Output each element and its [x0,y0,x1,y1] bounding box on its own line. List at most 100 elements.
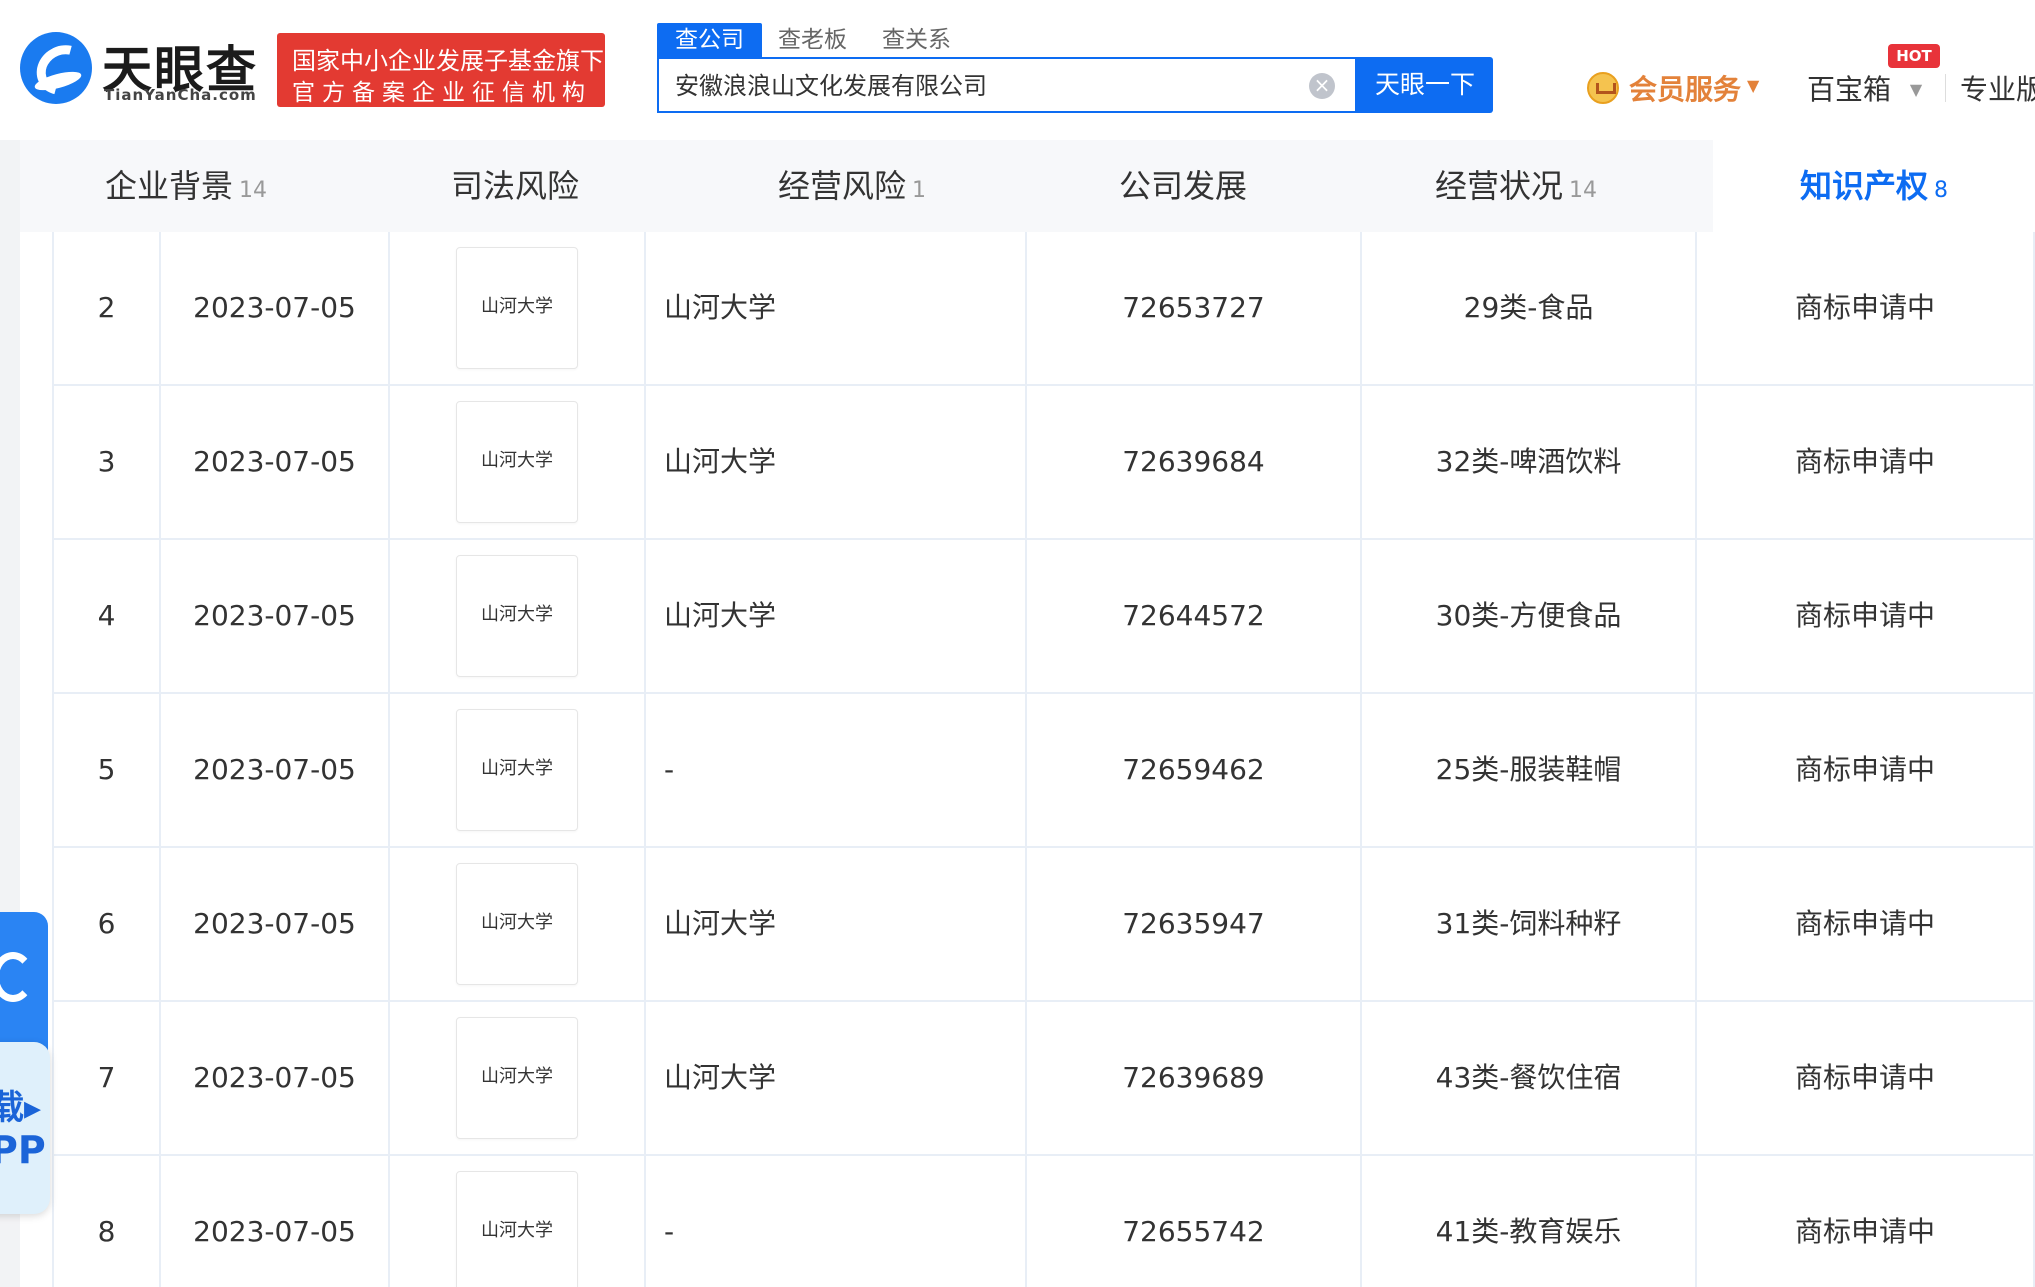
tab-search-company[interactable]: 查公司 [657,23,762,57]
chevron-down-icon: ▼ [1747,76,1760,95]
trademark-image[interactable]: 山河大学 [456,247,578,369]
apply-date: 2023-07-05 [159,694,388,846]
nav-tab-count: 1 [912,178,926,203]
international-class: 29类-食品 [1360,232,1695,384]
trademark-status: 商标申请中 [1695,386,2035,538]
trademark-image[interactable]: 山河大学 [456,1171,578,1287]
trademark-image-cell: 山河大学 [388,694,644,846]
nav-tab-label: 公司发展 [1118,167,1247,205]
trademark-table: 2 2023-07-05 山河大学 山河大学 72653727 29类-食品 商… [52,232,2035,1287]
search-box: × [657,57,1357,113]
chevron-down-icon: ▼ [1909,80,1923,99]
logo-subtext: TianYanCha.com [104,86,257,104]
international-class: 25类-服装鞋帽 [1360,694,1695,846]
trademark-name[interactable]: 山河大学 [644,386,1025,538]
trademark-name[interactable]: 山河大学 [644,1002,1025,1154]
international-class: 32类-啤酒饮料 [1360,386,1695,538]
trademark-image[interactable]: 山河大学 [456,709,578,831]
trademark-image[interactable]: 山河大学 [456,555,578,677]
trademark-name[interactable]: - [644,694,1025,846]
trademark-name[interactable]: - [644,1156,1025,1287]
baobox-menu[interactable]: 百宝箱 ▼ [1807,68,1922,108]
nav-tab-development[interactable]: 公司发展 [1020,140,1352,232]
trademark-status: 商标申请中 [1695,1156,2035,1287]
app-widget-line2: PP [0,1128,46,1172]
trademark-image[interactable]: 山河大学 [456,401,578,523]
tab-search-boss[interactable]: 查老板 [778,23,847,57]
tab-search-relation[interactable]: 查关系 [882,23,951,57]
international-class: 31类-饲料种籽 [1360,848,1695,1000]
table-row[interactable]: 2 2023-07-05 山河大学 山河大学 72653727 29类-食品 商… [52,232,2035,386]
trademark-status: 商标申请中 [1695,694,2035,846]
table-row[interactable]: 3 2023-07-05 山河大学 山河大学 72639684 32类-啤酒饮料… [52,386,2035,540]
top-header: 天眼查 TianYanCha.com 国家中小企业发展子基金旗下 官方备案企业征… [0,0,2035,141]
row-index: 4 [52,540,159,692]
apply-date: 2023-07-05 [159,386,388,538]
trademark-status: 商标申请中 [1695,232,2035,384]
row-index: 5 [52,694,159,846]
nav-tab-operation[interactable]: 经营状况 14 [1352,140,1680,232]
table-row[interactable]: 5 2023-07-05 山河大学 - 72659462 25类-服装鞋帽 商标… [52,694,2035,848]
download-app-widget[interactable]: 载▸ PP [0,912,50,1214]
gov-badge: 国家中小企业发展子基金旗下 官方备案企业征信机构 [277,33,605,107]
trademark-image-cell: 山河大学 [388,232,644,384]
registration-number: 72655742 [1025,1156,1360,1287]
trademark-status: 商标申请中 [1695,1002,2035,1154]
row-index: 2 [52,232,159,384]
row-index: 7 [52,1002,159,1154]
registration-number: 72659462 [1025,694,1360,846]
apply-date: 2023-07-05 [159,1002,388,1154]
nav-tab-count: 8 [1934,178,1948,203]
baobox-label: 百宝箱 [1807,73,1892,106]
search-button[interactable]: 天眼一下 [1357,57,1493,113]
apply-date: 2023-07-05 [159,1156,388,1287]
trademark-image[interactable]: 山河大学 [456,863,578,985]
tianyancha-logo[interactable]: 天眼查 TianYanCha.com [20,32,270,112]
registration-number: 72639689 [1025,1002,1360,1154]
table-row[interactable]: 6 2023-07-05 山河大学 山河大学 72635947 31类-饲料种籽… [52,848,2035,1002]
nav-tab-count: 14 [1569,178,1597,203]
trademark-image-cell: 山河大学 [388,848,644,1000]
nav-tab-label: 司法风险 [450,167,579,205]
apply-date: 2023-07-05 [159,540,388,692]
clear-icon[interactable]: × [1309,73,1335,99]
crown-icon [1587,72,1619,104]
search-input[interactable] [673,59,1277,113]
nav-tab-label: 经营风险 [777,167,906,205]
registration-number: 72635947 [1025,848,1360,1000]
nav-tab-ip[interactable]: 知识产权 8 [1713,140,2035,232]
table-row[interactable]: 4 2023-07-05 山河大学 山河大学 72644572 30类-方便食品… [52,540,2035,694]
app-widget-line1: 载▸ [0,1088,42,1128]
section-nav: 企业背景 14 司法风险 经营风险 1 公司发展 经营状况 14 知识产权 8 [20,140,2035,232]
header-divider [1945,74,1946,102]
nav-tab-background[interactable]: 企业背景 14 [20,140,352,232]
pro-version-link[interactable]: 专业版 [1960,68,2035,108]
table-row[interactable]: 7 2023-07-05 山河大学 山河大学 72639689 43类-餐饮住宿… [52,1002,2035,1156]
row-index: 6 [52,848,159,1000]
trademark-name[interactable]: 山河大学 [644,232,1025,384]
trademark-image-cell: 山河大学 [388,1156,644,1287]
table-row[interactable]: 8 2023-07-05 山河大学 - 72655742 41类-教育娱乐 商标… [52,1156,2035,1287]
apply-date: 2023-07-05 [159,848,388,1000]
nav-tab-label: 知识产权 [1799,167,1928,205]
trademark-image-cell: 山河大学 [388,540,644,692]
trademark-status: 商标申请中 [1695,848,2035,1000]
row-index: 3 [52,386,159,538]
logo-eye-icon [20,32,92,104]
international-class: 43类-餐饮住宿 [1360,1002,1695,1154]
apply-date: 2023-07-05 [159,232,388,384]
registration-number: 72653727 [1025,232,1360,384]
vip-label: 会员服务 [1629,73,1742,106]
nav-tab-legal-risk[interactable]: 司法风险 [352,140,684,232]
trademark-image[interactable]: 山河大学 [456,1017,578,1139]
app-logo-icon [0,952,34,1002]
nav-tab-count: 14 [239,178,267,203]
app-widget-top [0,912,48,1062]
international-class: 30类-方便食品 [1360,540,1695,692]
trademark-name[interactable]: 山河大学 [644,848,1025,1000]
trademark-name[interactable]: 山河大学 [644,540,1025,692]
trademark-image-cell: 山河大学 [388,386,644,538]
nav-tab-label: 企业背景 [104,167,233,205]
nav-tab-label: 经营状况 [1434,167,1563,205]
nav-tab-business-risk[interactable]: 经营风险 1 [684,140,1020,232]
